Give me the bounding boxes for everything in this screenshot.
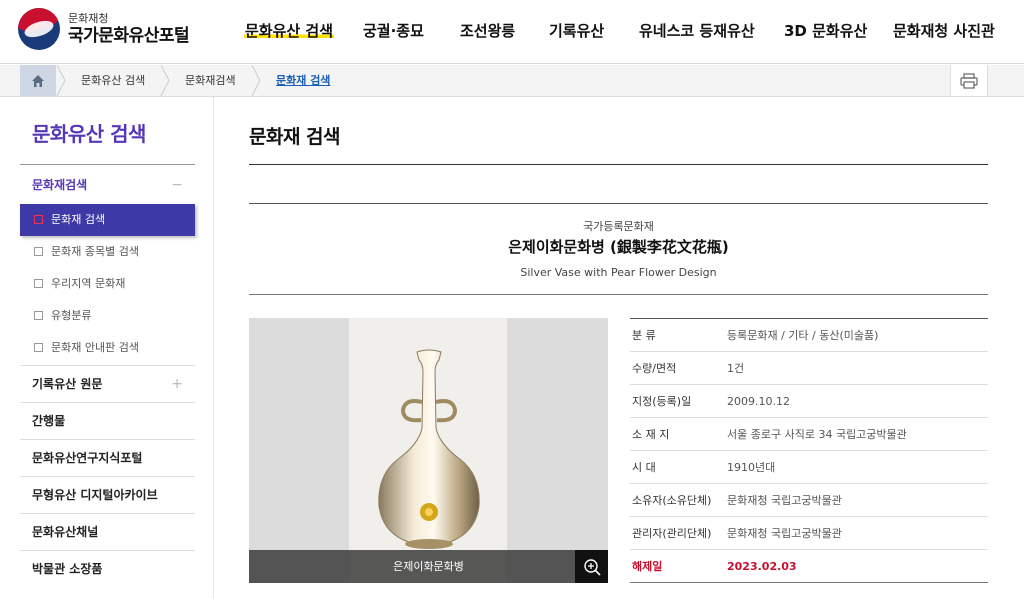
nav-palaces-shrine[interactable]: 궁궐·종묘 [363,0,424,64]
info-row-quantity: 수량/면적 1건 [630,352,988,385]
site-header: 문화재청 국가문화유산포털 문화유산 검색 궁궐·종묘 조선왕릉 기록유산 유네… [0,0,1024,64]
nav-heritage-search[interactable]: 문화유산 검색 [244,0,335,64]
info-row-era: 시 대 1910년대 [630,451,988,484]
breadcrumb: 문화유산 검색 문화재검색 문화재 검색 [0,65,1024,97]
sidebar-item-museum-collection[interactable]: 박물관 소장품 [20,550,195,587]
card-bottom-rule [249,294,988,295]
checkbox-icon [34,343,43,352]
site-logo[interactable]: 문화재청 국가문화유산포털 [18,8,190,50]
logo-agency-name: 문화재청 [68,11,109,25]
sidebar-item-intangible-archive[interactable]: 무형유산 디지털아카이브 [20,476,195,513]
sidebar-item-publications[interactable]: 간행물 [20,402,195,439]
print-button[interactable] [950,65,988,96]
sidebar-item-category-search[interactable]: 문화재 종목별 검색 [20,236,195,268]
checkbox-icon [34,215,43,224]
heritage-photo[interactable]: 은제이화문화병 [249,318,608,583]
info-row-cancellation-date: 해제일 2023.02.03 [630,550,988,583]
home-button[interactable] [20,65,56,96]
expand-icon[interactable]: + [171,366,183,403]
sidebar-title: 문화유산 검색 [32,122,146,146]
sidebar-border [213,97,214,599]
printer-icon [960,72,978,89]
heritage-info-table: 분 류 등록문화재 / 기타 / 동산(미술품) 수량/면적 1건 지정(등록)일 2… [630,318,988,583]
heritage-name-korean: 은제이화문화병 (銀製李花文花甁) [508,238,729,256]
chevron-right-icon [56,65,66,96]
nav-unesco-heritage[interactable]: 유네스코 등재유산 [639,0,755,64]
checkbox-icon [34,279,43,288]
photo-caption-bar: 은제이화문화병 [249,550,608,583]
zoom-in-icon [583,558,601,576]
taegeuk-logo-icon [18,8,60,50]
page-title: 문화재 검색 [249,126,341,148]
info-row-owner: 소유자(소유단체) 문화재청 국립고궁박물관 [630,484,988,517]
info-row-designation-date: 지정(등록)일 2009.10.12 [630,385,988,418]
nav-documentary-heritage[interactable]: 기록유산 [549,0,604,64]
info-row-classification: 분 류 등록문화재 / 기타 / 동산(미술품) [630,319,988,352]
sidebar-item-research-portal[interactable]: 문화유산연구지식포털 [20,439,195,476]
collapse-icon[interactable]: − [171,166,183,204]
sidebar-group-heritage-search: 문화재검색 − 문화재 검색 문화재 종목별 검색 우리지역 문화재 유형분류 … [20,166,195,364]
info-row-manager: 관리자(관리단체) 문화재청 국립고궁박물관 [630,517,988,550]
nav-royal-tombs[interactable]: 조선왕릉 [460,0,515,64]
checkbox-icon [34,247,43,256]
sidebar-divider [20,164,195,165]
silver-vase-image [378,349,480,549]
card-top-rule [249,203,988,204]
chevron-right-icon [251,65,261,96]
sidebar-item-heritage-search[interactable]: 문화재 검색 [20,204,195,236]
breadcrumb-item[interactable]: 문화재검색 [185,65,236,96]
sidebar-item-documentary-originals[interactable]: 기록유산 원문 + [20,365,195,402]
sidebar-item-signboard-search[interactable]: 문화재 안내판 검색 [20,332,195,364]
breadcrumb-item[interactable]: 문화유산 검색 [81,65,145,96]
nav-photo-gallery[interactable]: 문화재청 사진관 [893,0,995,64]
chevron-right-icon [160,65,170,96]
checkbox-icon [34,311,43,320]
designation-type: 국가등록문화재 [583,220,654,233]
title-divider [249,164,988,165]
info-row-location: 소 재 지 서울 종로구 사직로 34 국립고궁박물관 [630,418,988,451]
home-icon [32,74,44,87]
sidebar-item-type-classification[interactable]: 유형분류 [20,300,195,332]
photo-caption: 은제이화문화병 [393,560,464,573]
sidebar-group-header[interactable]: 문화재검색 − [20,166,195,204]
heritage-name-english: Silver Vase with Pear Flower Design [520,266,717,279]
logo-portal-name: 국가문화유산포털 [68,25,190,46]
nav-3d-heritage[interactable]: 3D 문화유산 [784,0,867,64]
zoom-button[interactable] [575,550,608,583]
sidebar-item-local-heritage[interactable]: 우리지역 문화재 [20,268,195,300]
breadcrumb-current[interactable]: 문화재 검색 [276,65,330,96]
sidebar-item-heritage-channel[interactable]: 문화유산채널 [20,513,195,550]
